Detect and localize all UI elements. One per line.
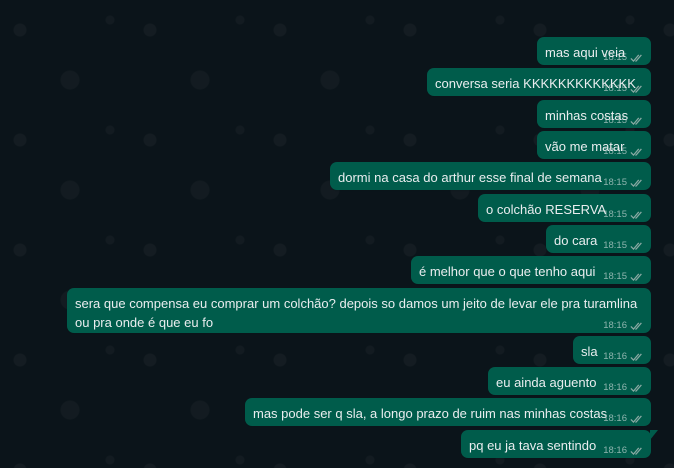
message-bubble[interactable]: do cara 18:15 xyxy=(546,225,651,253)
message-meta: 18:16 xyxy=(603,320,644,331)
double-check-icon xyxy=(630,148,642,156)
double-check-icon xyxy=(630,85,642,93)
message-list[interactable]: mas aqui veia 18:15 conversa seria KKKKK… xyxy=(0,0,674,468)
message-time: 18:15 xyxy=(603,115,627,126)
double-check-icon xyxy=(630,54,642,62)
message-bubble[interactable]: mas pode ser q sla, a longo prazo de rui… xyxy=(245,398,651,426)
message-bubble[interactable]: é melhor que o que tenho aqui 18:15 xyxy=(411,256,651,284)
double-check-icon xyxy=(630,242,642,250)
message-text: mas pode ser q sla, a longo prazo de rui… xyxy=(253,406,608,421)
double-check-icon xyxy=(630,117,642,125)
message-time: 18:15 xyxy=(603,83,627,94)
message-meta: 18:15 xyxy=(603,240,644,251)
message-meta: 18:15 xyxy=(603,146,644,157)
message-bubble[interactable]: sera que compensa eu comprar um colchão?… xyxy=(67,288,651,333)
message-bubble[interactable]: vão me matar 18:15 xyxy=(537,131,651,159)
message-bubble[interactable]: sla 18:16 xyxy=(573,336,651,364)
double-check-icon xyxy=(630,384,642,392)
message-meta: 18:15 xyxy=(603,83,644,94)
message-bubble[interactable]: pq eu ja tava sentindo 18:16 xyxy=(461,430,658,458)
message-meta: 18:16 xyxy=(603,351,644,362)
message-bubble[interactable]: eu ainda aguento 18:16 xyxy=(488,367,651,395)
message-bubble[interactable]: mas aqui veia 18:15 xyxy=(537,37,651,65)
message-meta: 18:16 xyxy=(603,382,644,393)
message-time: 18:15 xyxy=(603,52,627,63)
message-time: 18:16 xyxy=(603,382,627,393)
message-meta: 18:15 xyxy=(603,52,644,63)
message-meta: 18:16 xyxy=(603,413,644,424)
double-check-icon xyxy=(630,179,642,187)
double-check-icon xyxy=(630,447,642,455)
message-time: 18:16 xyxy=(603,445,627,456)
message-bubble[interactable]: dormi na casa do arthur esse final de se… xyxy=(330,162,651,190)
double-check-icon xyxy=(630,415,642,423)
message-time: 18:16 xyxy=(603,351,627,362)
double-check-icon xyxy=(630,211,642,219)
message-bubble[interactable]: o colchão RESERVA 18:15 xyxy=(478,194,651,222)
message-meta: 18:16 xyxy=(603,445,644,456)
message-time: 18:16 xyxy=(603,413,627,424)
message-time: 18:15 xyxy=(603,177,627,188)
message-meta: 18:15 xyxy=(603,115,644,126)
message-bubble[interactable]: conversa seria KKKKKKKKKKKKK 18:15 xyxy=(427,68,651,96)
double-check-icon xyxy=(630,322,642,330)
message-meta: 18:15 xyxy=(603,209,644,220)
message-meta: 18:15 xyxy=(603,271,644,282)
message-text: sera que compensa eu comprar um colchão?… xyxy=(75,296,638,330)
message-time: 18:15 xyxy=(603,271,627,282)
message-time: 18:15 xyxy=(603,146,627,157)
double-check-icon xyxy=(630,273,642,281)
message-meta: 18:15 xyxy=(603,177,644,188)
message-text: dormi na casa do arthur esse final de se… xyxy=(338,170,602,185)
double-check-icon xyxy=(630,353,642,361)
message-time: 18:16 xyxy=(603,320,627,331)
message-bubble[interactable]: minhas costas 18:15 xyxy=(537,100,651,128)
message-time: 18:15 xyxy=(603,240,627,251)
message-time: 18:15 xyxy=(603,209,627,220)
